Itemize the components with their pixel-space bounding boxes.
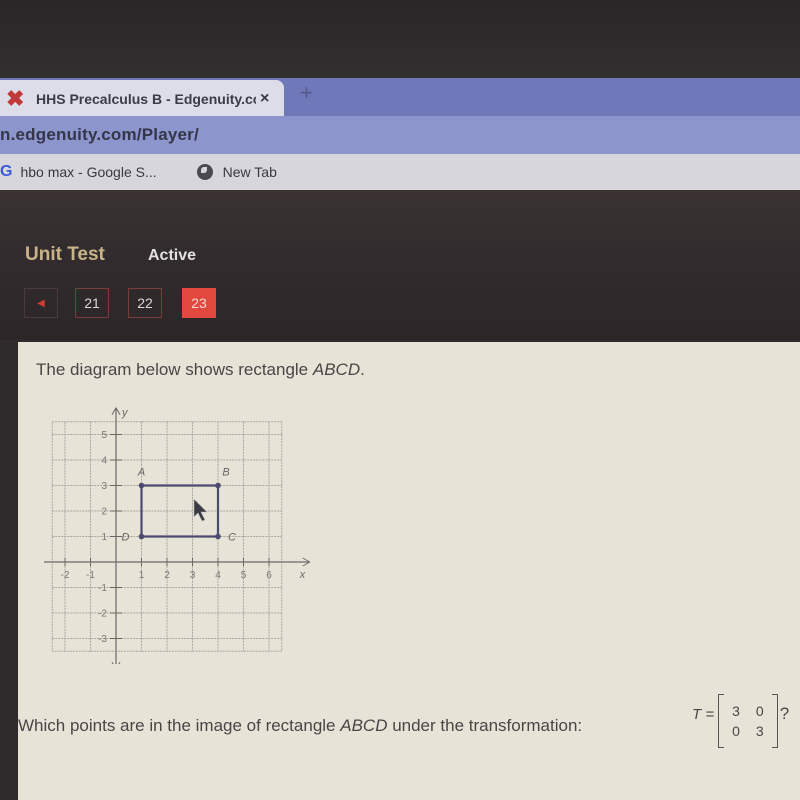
coordinate-graph: x y -2 -1 1 2 3 4 5 6 -3 -2 -1 1 2 3 4 5 A B C D [44, 407, 310, 664]
caret-left-icon: ◀ [37, 297, 45, 309]
question-mark: ? [779, 704, 790, 723]
y-tick-label: 2 [101, 507, 107, 518]
intro-text: The diagram below shows rectangle [36, 360, 313, 379]
google-icon: G [0, 163, 13, 180]
url-text[interactable]: n.edgenuity.com/Player/ [0, 125, 199, 145]
question-21-button[interactable]: 21 [75, 288, 109, 318]
edgenuity-favicon-icon: ✖ [6, 86, 25, 111]
question-panel: The diagram below shows rectangle ABCD. … [18, 342, 800, 800]
new-tab-button[interactable]: + [300, 80, 313, 106]
point-b [215, 482, 221, 489]
y-tick-label: 1 [101, 532, 107, 543]
prompt-shape-name: ABCD [340, 716, 388, 735]
y-tick-label: -3 [98, 634, 107, 645]
x-tick-label: -2 [61, 570, 70, 581]
screen-bezel [0, 0, 800, 78]
matrix-cell: 0 [732, 723, 740, 739]
matrix-name: T = [692, 705, 715, 723]
bookmarks-bar: G hbo max - Google S... New Tab [0, 154, 800, 190]
matrix-cell: 3 [732, 703, 740, 719]
prompt-text: Which points are in the image of rectang… [18, 716, 341, 735]
x-tick-label: 5 [241, 570, 247, 581]
transformation-matrix: T = 30 03 ? [692, 694, 789, 748]
mouse-cursor-icon [193, 498, 208, 522]
y-tick-label: 4 [101, 456, 107, 467]
point-label-a: A [137, 467, 145, 479]
y-tick-label: 3 [101, 481, 107, 492]
y-tick-label: 5 [101, 430, 107, 441]
bookmark-label: New Tab [222, 164, 277, 180]
matrix-cell: 0 [755, 703, 764, 719]
matrix-cell: 3 [755, 723, 764, 739]
x-tick-label: 4 [215, 570, 221, 581]
address-bar[interactable]: n.edgenuity.com/Player/ [0, 116, 800, 154]
app-header [0, 190, 800, 340]
x-tick-label: 2 [164, 570, 170, 581]
browser-tab[interactable]: ✖ HHS Precalculus B - Edgenuity.co × [0, 80, 284, 118]
y-tick-label: -2 [98, 609, 107, 620]
point-label-b: B [222, 467, 229, 479]
point-d [138, 533, 145, 540]
intro-suffix: . [360, 360, 365, 379]
x-tick-label: -1 [86, 570, 95, 581]
previous-question-button[interactable]: ◀ [24, 288, 58, 318]
section-title: Unit Test [25, 244, 105, 265]
point-label-c: C [228, 532, 236, 544]
prompt-suffix: under the transformation: [387, 716, 583, 735]
question-22-button[interactable]: 22 [128, 288, 162, 318]
bookmark-label: hbo max - Google S... [20, 164, 157, 180]
question-intro: The diagram below shows rectangle ABCD. [36, 360, 365, 380]
right-bracket [771, 694, 778, 748]
intro-shape-name: ABCD [312, 360, 361, 379]
question-prompt: Which points are in the image of rectang… [18, 716, 582, 736]
question-23-button[interactable]: 23 [182, 288, 216, 318]
x-tick-label: 3 [190, 570, 196, 581]
x-tick-label: 1 [139, 570, 145, 581]
bookmark-new-tab[interactable]: New Tab [196, 164, 277, 180]
point-label-d: D [122, 532, 130, 544]
point-a [138, 482, 145, 489]
status-label: Active [148, 247, 197, 264]
x-axis-label: x [299, 569, 306, 581]
y-axis-label: y [121, 407, 129, 419]
globe-icon [196, 164, 213, 180]
tab-title: HHS Precalculus B - Edgenuity.co [36, 91, 256, 107]
bookmark-hbo-max[interactable]: G hbo max - Google S... [0, 163, 157, 181]
y-tick-label: -1 [98, 583, 107, 594]
point-c [215, 533, 221, 540]
x-tick-label: 6 [266, 570, 272, 581]
matrix-table: 30 03 [724, 701, 772, 741]
tab-close-icon[interactable]: × [260, 90, 269, 108]
